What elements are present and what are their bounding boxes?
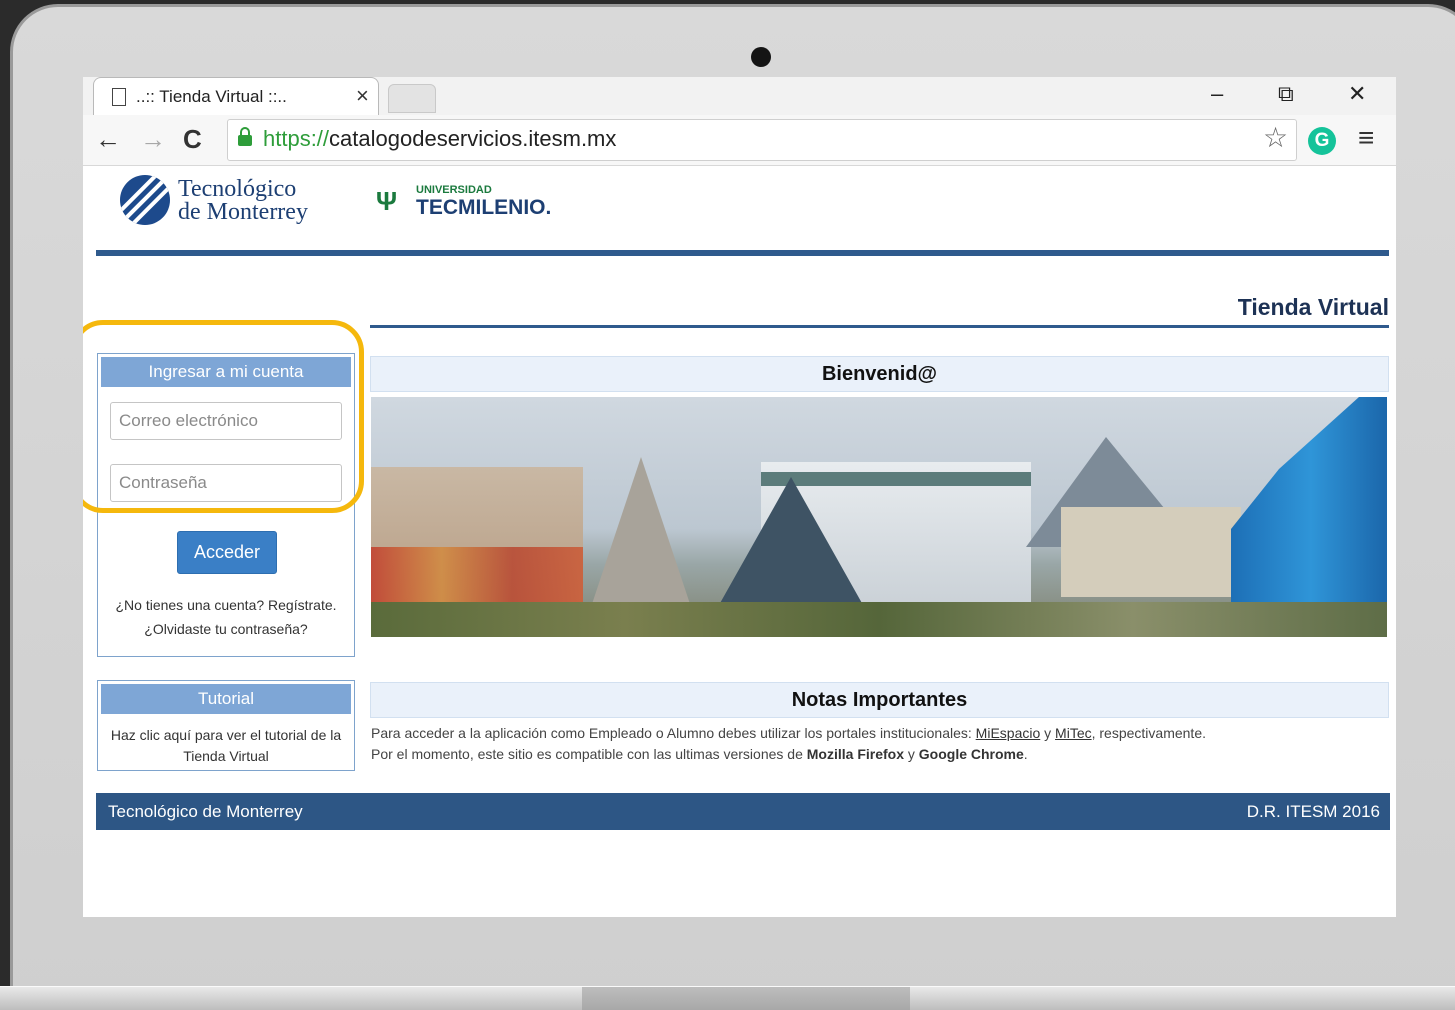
new-tab-button[interactable] [388,84,436,113]
web-page: Tecnológico de Monterrey Ψ UNIVERSIDAD T… [83,166,1396,917]
page-title: Tienda Virtual [1237,294,1389,320]
browser-menu-icon[interactable]: ≡ [1358,122,1374,154]
url-field[interactable]: https://catalogodeservicios.itesm.mx ☆ [227,119,1297,161]
minimize-icon[interactable]: – [1211,81,1223,107]
close-window-icon[interactable]: ✕ [1348,81,1366,107]
forward-icon[interactable]: → [140,124,166,155]
notes-body: Para acceder a la aplicación como Emplea… [371,725,1206,762]
notes-heading: Notas Importantes [370,682,1389,718]
laptop-hinge [582,987,910,1010]
grammarly-extension-icon[interactable]: G [1308,127,1336,155]
reload-icon[interactable]: C [183,124,202,155]
email-field[interactable] [110,402,342,440]
tab-bar: ..:: Tienda Virtual ::.. × – ⧉ ✕ [83,77,1396,116]
bookmark-star-icon[interactable]: ☆ [1263,121,1288,154]
welcome-heading: Bienvenid@ [370,356,1389,392]
miespacio-link[interactable]: MiEspacio [976,725,1041,741]
tec-logo-icon [120,175,170,225]
login-button[interactable]: Acceder [177,531,277,574]
browser-tab[interactable]: ..:: Tienda Virtual ::.. × [93,77,379,116]
back-icon[interactable]: ← [95,124,121,155]
laptop-base [0,986,1455,1010]
login-panel: Ingresar a mi cuenta Acceder ¿No tienes … [97,353,355,657]
tecmilenio-logo-top: UNIVERSIDAD [416,184,492,196]
restore-icon[interactable]: ⧉ [1278,81,1294,107]
tecmilenio-logo-icon: Ψ [376,186,398,216]
footer-org: Tecnológico de Monterrey [108,802,303,821]
login-panel-title: Ingresar a mi cuenta [101,357,351,387]
tutorial-panel: Tutorial Haz clic aquí para ver el tutor… [97,680,355,771]
tecmilenio-logo-bottom[interactable]: TECMILENIO. [416,196,551,220]
page-icon [112,88,126,106]
close-tab-icon[interactable]: × [356,83,369,109]
lock-icon [238,127,252,146]
page-footer: Tecnológico de Monterrey D.R. ITESM 2016 [96,793,1390,830]
url-text: https://catalogodeservicios.itesm.mx [263,126,617,151]
title-divider [370,325,1389,328]
tab-title: ..:: Tienda Virtual ::.. [136,87,287,106]
webcam [751,47,771,67]
tutorial-title: Tutorial [101,684,351,714]
password-field[interactable] [110,464,342,502]
forgot-password-link[interactable]: ¿Olvidaste tu contraseña? [98,621,354,637]
browser-window: ..:: Tienda Virtual ::.. × – ⧉ ✕ ← → C h… [83,77,1396,917]
tutorial-link[interactable]: Haz clic aquí para ver el tutorial de la… [104,725,348,767]
register-link[interactable]: ¿No tienes una cuenta? Regístrate. [98,597,354,613]
mitec-link[interactable]: MiTec [1055,725,1092,741]
header-divider [96,250,1389,256]
footer-copyright: D.R. ITESM 2016 [1246,802,1380,821]
tec-logo-text[interactable]: Tecnológico de Monterrey [178,177,308,224]
campus-banner-image [371,397,1387,637]
address-bar: ← → C https://catalogodeservicios.itesm.… [83,115,1396,166]
